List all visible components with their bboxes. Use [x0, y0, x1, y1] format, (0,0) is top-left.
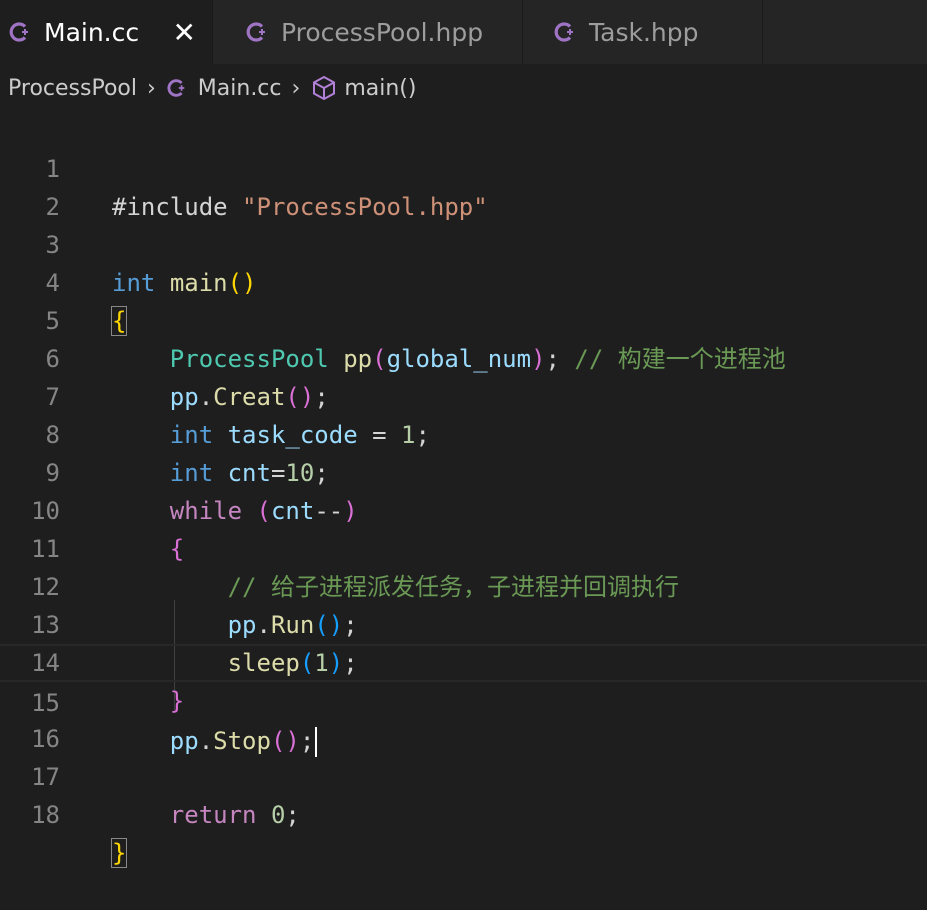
breadcrumb-file-label: Main.cc	[197, 75, 282, 101]
breadcrumb-symbol-label: main()	[344, 75, 417, 101]
cpp-file-icon	[167, 79, 185, 97]
keyword: return	[169, 801, 257, 829]
code-line-18: 18 }	[0, 758, 927, 868]
close-icon[interactable]: ✕	[173, 16, 196, 49]
cpp-file-icon	[9, 22, 28, 42]
code-line-10: 10 {	[0, 454, 927, 563]
tab-label: Task.hpp	[589, 17, 699, 47]
code-line-12: 12 pp.Run();	[0, 530, 927, 639]
code-line-9: 9 while (cnt--)	[0, 416, 927, 525]
code-line-3: 3 int main()	[0, 188, 927, 297]
breadcrumb: ProcessPool › Main.cc › main()	[0, 64, 927, 112]
number-literal: 0	[270, 801, 286, 829]
breadcrumb-file[interactable]: Main.cc	[166, 76, 282, 101]
tab-processpool-hpp[interactable]: ProcessPool.hpp	[213, 0, 523, 64]
tab-label: ProcessPool.hpp	[281, 17, 484, 47]
breadcrumb-folder[interactable]: ProcessPool	[8, 76, 137, 101]
chevron-right-icon: ›	[146, 75, 156, 101]
code-line-4: 4 {	[0, 226, 927, 336]
tab-task-hpp[interactable]: Task.hpp	[523, 0, 763, 64]
tab-label: Main.cc	[44, 17, 140, 47]
code-line-5: 5 ProcessPool pp(global_num); // 构建一个进程池	[0, 264, 927, 373]
code-line-8: 8 int cnt=10;	[0, 378, 927, 487]
cube-symbol-icon	[313, 75, 336, 101]
code-line-7: 7 int task_code = 1;	[0, 340, 927, 449]
breadcrumb-symbol[interactable]: main()	[310, 74, 416, 102]
code-line-6: 6 pp.Creat();	[0, 302, 927, 411]
code-line-17: 17 return 0;	[0, 720, 927, 829]
cpp-file-icon	[246, 22, 265, 42]
code-line-14: 14 }	[0, 606, 927, 715]
matched-bracket: }	[110, 838, 128, 868]
code-line-13: 13 sleep(1);	[0, 568, 927, 677]
code-line-2: 2	[0, 150, 927, 221]
code-line-1: 1 #include "ProcessPool.hpp"	[0, 112, 927, 221]
chevron-right-icon: ›	[291, 75, 301, 101]
code-line-15: 15 pp.Stop();	[0, 644, 927, 757]
cpp-file-icon	[554, 22, 573, 42]
line-number: 18	[31, 801, 60, 829]
tab-bar: Main.cc ✕ ProcessPool.hpp Task.hpp	[0, 0, 927, 64]
code-editor[interactable]: 1 #include "ProcessPool.hpp" 2 3 int mai…	[0, 112, 927, 868]
code-line-16: 16	[0, 682, 927, 753]
code-line-11: 11 // 给子进程派发任务，子进程并回调执行	[0, 492, 927, 601]
tab-main-cc[interactable]: Main.cc ✕	[0, 0, 213, 64]
